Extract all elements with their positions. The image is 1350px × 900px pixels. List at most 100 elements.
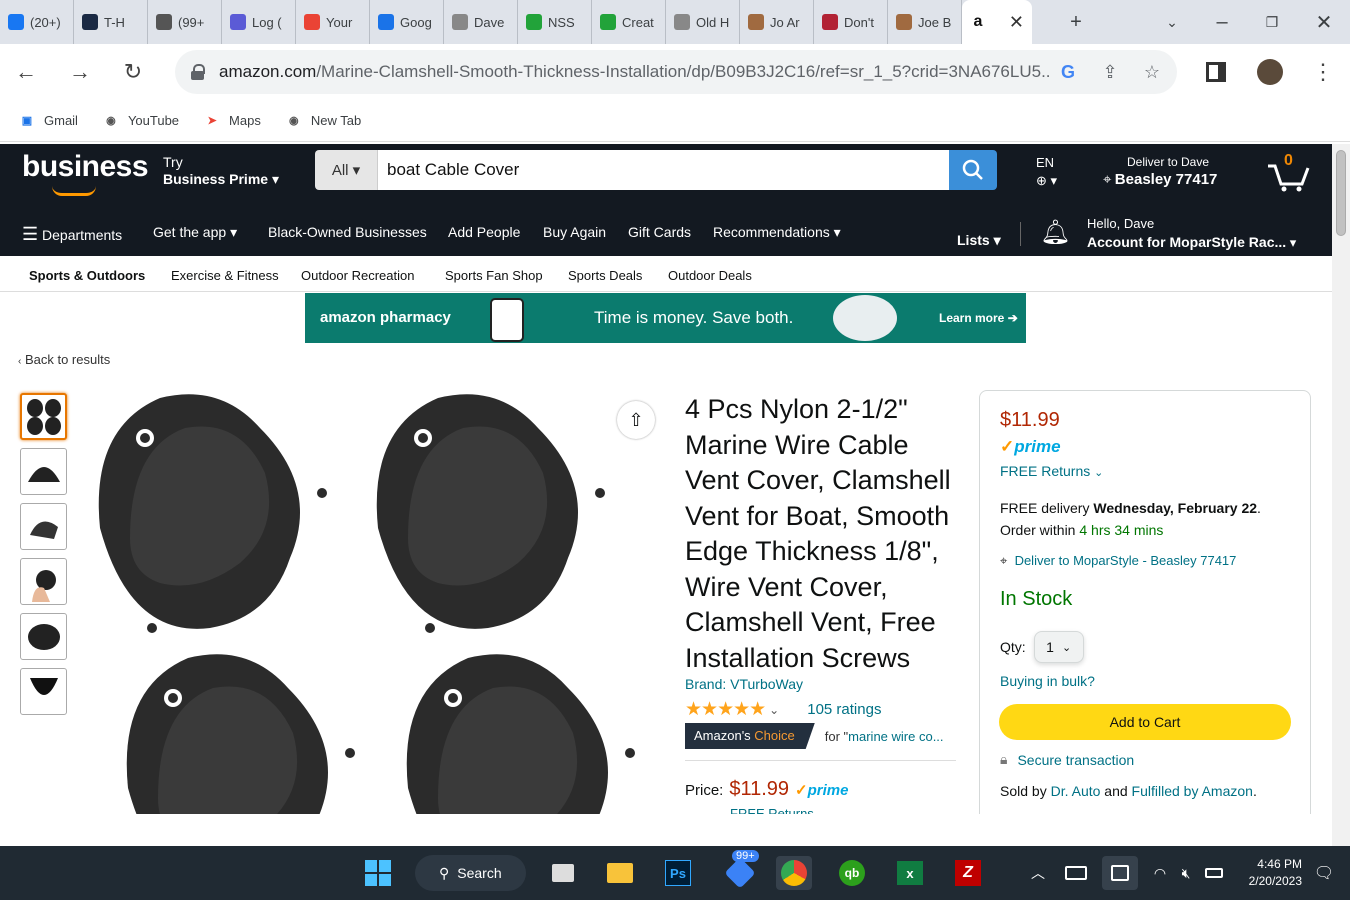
tablet-icon[interactable] xyxy=(1102,856,1138,890)
search-input[interactable] xyxy=(378,150,949,190)
browser-tab[interactable]: Joe B xyxy=(888,0,962,44)
taskbar-search[interactable]: ⚲ Search xyxy=(415,855,526,891)
reload-icon[interactable]: ↻ xyxy=(115,54,151,90)
browser-tab[interactable]: Dave xyxy=(444,0,518,44)
thumbnail[interactable] xyxy=(20,448,67,495)
keyboard-icon[interactable] xyxy=(1058,856,1094,890)
browser-tab[interactable]: Your xyxy=(296,0,370,44)
banner-cta[interactable]: Learn more ➔ xyxy=(939,311,1018,325)
browser-tab[interactable]: Old H xyxy=(666,0,740,44)
pharmacy-banner[interactable]: amazon pharmacy Time is money. Save both… xyxy=(305,293,1026,343)
thumbnail[interactable] xyxy=(20,668,67,715)
search-category-select[interactable]: All ▾ xyxy=(315,150,378,190)
tab-amazon-active[interactable]: a ✕ xyxy=(962,0,1032,44)
free-returns-link[interactable]: FREE Returns xyxy=(730,806,814,814)
subnav-sports-deals[interactable]: Sports Deals xyxy=(568,268,642,283)
seller-link[interactable]: Dr. Auto xyxy=(1051,783,1101,799)
tab-search-icon[interactable]: ⌄ xyxy=(1158,0,1186,44)
minimize-icon[interactable]: – xyxy=(1208,0,1236,44)
browser-tab[interactable]: Jo Ar xyxy=(740,0,814,44)
close-tab-icon[interactable]: ✕ xyxy=(1009,12,1024,33)
subnav-fan-shop[interactable]: Sports Fan Shop xyxy=(445,268,543,283)
language-selector[interactable]: EN ⊕ ▾ xyxy=(1036,154,1057,190)
ratings-count[interactable]: 105 ratings xyxy=(807,701,881,718)
fulfilled-link[interactable]: Fulfilled by Amazon xyxy=(1132,783,1253,799)
bell-icon[interactable]: 🔔︎ xyxy=(1040,218,1070,247)
task-view-icon[interactable] xyxy=(545,856,581,890)
back-to-results[interactable]: ‹ Back to results xyxy=(18,352,110,367)
search-button[interactable] xyxy=(949,150,997,190)
bookmark-star-icon[interactable]: ☆ xyxy=(1135,55,1169,89)
menu-kebab-icon[interactable]: ⋮ xyxy=(1305,54,1341,90)
bookmark-item[interactable]: ▣ Gmail xyxy=(18,113,78,129)
system-clock[interactable]: 4:46 PM 2/20/2023 xyxy=(1240,856,1302,890)
forward-arrow-icon[interactable]: → xyxy=(62,54,98,90)
lock-icon[interactable] xyxy=(191,64,205,80)
browser-tab[interactable]: Don't xyxy=(814,0,888,44)
chevron-down-icon[interactable]: ⌄ xyxy=(769,703,779,717)
browser-tab[interactable]: T-H xyxy=(74,0,148,44)
browser-tab[interactable]: Log ( xyxy=(222,0,296,44)
bookmark-item[interactable]: ◉ New Tab xyxy=(285,113,361,129)
windows-start-icon[interactable] xyxy=(360,856,396,890)
google-lens-icon[interactable]: G xyxy=(1051,55,1085,89)
deliver-to[interactable]: Deliver to Dave ⌖ Beasley 77417 xyxy=(1103,154,1217,189)
notifications-icon[interactable]: 🗨︎ xyxy=(1306,856,1342,890)
nav-gift-cards[interactable]: Gift Cards xyxy=(628,224,691,240)
quickbooks-icon[interactable]: qb xyxy=(834,856,870,890)
lists-menu[interactable]: Lists ▾ xyxy=(957,232,1001,249)
profile-avatar[interactable] xyxy=(1252,54,1288,90)
browser-tab[interactable]: (20+) xyxy=(0,0,74,44)
bookmark-item[interactable]: ◉ YouTube xyxy=(102,113,179,129)
secure-transaction-link[interactable]: 🔒︎ Secure transaction xyxy=(1000,751,1134,768)
share-button[interactable]: ⇧ xyxy=(617,401,655,439)
browser-tab[interactable]: (99+ xyxy=(148,0,222,44)
share-icon[interactable]: ⇪ xyxy=(1093,55,1127,89)
subnav-outdoor-rec[interactable]: Outdoor Recreation xyxy=(301,268,414,283)
star-rating[interactable]: ★★★★★ xyxy=(685,698,766,721)
departments-menu[interactable]: ☰ Departments xyxy=(22,224,122,245)
thumbnail[interactable] xyxy=(20,393,67,440)
nav-get-the-app[interactable]: Get the app ▾ xyxy=(153,224,237,241)
sidebar-icon[interactable] xyxy=(1198,54,1234,90)
subnav-sports-outdoors[interactable]: Sports & Outdoors xyxy=(29,268,145,283)
chevron-up-icon[interactable]: ︿ xyxy=(1020,856,1056,890)
qty-select[interactable]: 1 ⌄ xyxy=(1033,631,1084,663)
browser-tab[interactable]: NSS xyxy=(518,0,592,44)
battery-icon[interactable] xyxy=(1196,856,1232,890)
thumbnail[interactable] xyxy=(20,558,67,605)
buybox-returns-link[interactable]: FREE Returns ⌄ xyxy=(1000,463,1103,479)
app-badge-icon[interactable]: 99+ xyxy=(722,850,759,890)
excel-icon[interactable]: x xyxy=(892,856,928,890)
nav-recommendations[interactable]: Recommendations ▾ xyxy=(713,224,841,241)
subnav-outdoor-deals[interactable]: Outdoor Deals xyxy=(668,268,752,283)
amazon-business-logo[interactable]: business xyxy=(22,150,149,196)
try-business-prime[interactable]: Try Business Prime ▾ xyxy=(163,154,279,188)
deliver-address-link[interactable]: ⌖ Deliver to MoparStyle - Beasley 77417 xyxy=(1000,553,1236,569)
chrome-icon[interactable] xyxy=(776,856,812,890)
page-scrollbar[interactable] xyxy=(1332,144,1350,846)
back-arrow-icon[interactable]: ← xyxy=(8,54,44,90)
brand-link[interactable]: Brand: VTurboWay xyxy=(685,676,803,692)
bulk-link[interactable]: Buying in bulk? xyxy=(1000,673,1095,689)
new-tab-icon[interactable]: + xyxy=(1060,0,1092,44)
nav-buy-again[interactable]: Buy Again xyxy=(543,224,606,240)
file-explorer-icon[interactable] xyxy=(602,856,638,890)
thumbnail[interactable] xyxy=(20,503,67,550)
subnav-exercise[interactable]: Exercise & Fitness xyxy=(171,268,279,283)
thumbnail[interactable] xyxy=(20,613,67,660)
browser-tab[interactable]: Creat xyxy=(592,0,666,44)
choice-keyword-link[interactable]: marine wire co... xyxy=(848,729,943,744)
restore-icon[interactable]: ❐ xyxy=(1258,0,1286,44)
main-product-image[interactable] xyxy=(88,388,658,814)
cart-button[interactable]: 0 xyxy=(1266,152,1314,192)
address-bar[interactable]: amazon.com/Marine-Clamshell-Smooth-Thick… xyxy=(175,50,1177,94)
account-menu[interactable]: Hello, Dave Account for MoparStyle Rac..… xyxy=(1087,215,1296,252)
url-text[interactable]: amazon.com/Marine-Clamshell-Smooth-Thick… xyxy=(219,62,1051,82)
browser-tab[interactable]: Goog xyxy=(370,0,444,44)
nav-add-people[interactable]: Add People xyxy=(448,224,520,240)
photoshop-icon[interactable]: Ps xyxy=(660,856,696,890)
add-to-cart-button[interactable]: Add to Cart xyxy=(999,704,1291,740)
nav-black-owned[interactable]: Black-Owned Businesses xyxy=(268,224,427,240)
close-window-icon[interactable]: ✕ xyxy=(1308,0,1340,44)
